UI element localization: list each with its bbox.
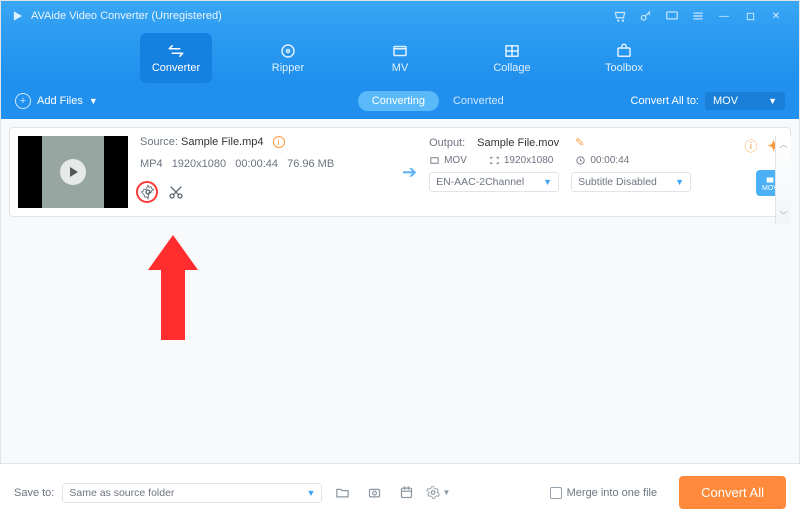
callout-arrow — [143, 235, 203, 350]
feedback-icon[interactable] — [659, 1, 685, 31]
source-label: Source: — [140, 136, 178, 148]
settings-button[interactable]: ▼ — [426, 481, 450, 505]
toolbar-row: + Add Files ▼ Converting Converted Conve… — [1, 83, 799, 119]
open-folder-button[interactable] — [330, 481, 354, 505]
output-column: Output: Sample File.mov ✎ MOV 1920x1080 … — [429, 136, 782, 208]
chevron-down-icon: ▼ — [543, 177, 552, 187]
convert-all-format-value: MOV — [713, 95, 738, 107]
subtitle-value: Subtitle Disabled — [578, 176, 657, 188]
key-icon[interactable] — [633, 1, 659, 31]
convert-all-button[interactable]: Convert All — [679, 476, 786, 509]
play-icon — [60, 159, 86, 185]
save-to-label: Save to: — [14, 487, 54, 499]
item-reorder-handle[interactable]: ︿ ﹀ — [775, 136, 791, 224]
maximize-button[interactable] — [737, 1, 763, 31]
source-filename: Sample File.mp4 — [181, 136, 264, 148]
close-button[interactable]: ✕ — [763, 1, 789, 31]
sub-tabs: Converting Converted — [358, 91, 518, 111]
add-files-button[interactable]: + Add Files ▼ — [15, 93, 98, 109]
audio-track-select[interactable]: EN-AAC-2Channel ▼ — [429, 172, 559, 192]
convert-all-format-select[interactable]: MOV ▼ — [705, 92, 785, 110]
chevron-down-icon: ▼ — [768, 96, 777, 106]
tab-collage[interactable]: Collage — [476, 33, 548, 83]
tab-label: Ripper — [272, 62, 304, 74]
edit-button[interactable] — [140, 184, 156, 200]
rename-icon[interactable]: ✎ — [575, 136, 584, 149]
title-bar: AVAide Video Converter (Unregistered) — … — [1, 1, 799, 31]
merge-checkbox[interactable]: Merge into one file — [550, 487, 658, 499]
plus-icon: + — [15, 93, 31, 109]
save-to-select[interactable]: Same as source folder ▼ — [62, 483, 322, 503]
menu-icon[interactable] — [685, 1, 711, 31]
tab-label: MV — [392, 62, 409, 74]
tab-converter[interactable]: Converter — [140, 33, 212, 83]
tab-label: Toolbox — [605, 62, 643, 74]
chevron-down-icon: ▼ — [442, 488, 450, 497]
app-logo-icon — [11, 9, 25, 23]
merge-label: Merge into one file — [567, 487, 658, 499]
tab-ripper[interactable]: Ripper — [252, 33, 324, 83]
output-label: Output: — [429, 137, 465, 149]
task-schedule-button[interactable] — [394, 481, 418, 505]
save-to-value: Same as source folder — [69, 487, 174, 499]
bottom-bar: Save to: Same as source folder ▼ ▼ Merge… — [0, 463, 800, 521]
cart-icon[interactable] — [607, 1, 633, 31]
main-tabs: Converter Ripper MV Collage Toolbox — [1, 31, 799, 83]
info-icon[interactable]: ⓘ — [744, 136, 757, 155]
output-format: MOV — [429, 155, 467, 166]
output-duration: 00:00:44 — [575, 155, 629, 166]
convert-all-to-group: Convert All to: MOV ▼ — [631, 92, 785, 110]
checkbox-box — [550, 487, 562, 499]
minimize-button[interactable]: — — [711, 1, 737, 31]
convert-all-to-label: Convert All to: — [631, 95, 699, 107]
output-resolution-value: 1920x1080 — [504, 155, 554, 166]
output-format-value: MOV — [444, 155, 467, 166]
chevron-down-icon: ▼ — [89, 96, 98, 106]
output-filename: Sample File.mov — [477, 137, 559, 149]
video-thumbnail[interactable] — [18, 136, 128, 208]
window-title: AVAide Video Converter (Unregistered) — [31, 10, 222, 22]
info-icon[interactable]: i — [273, 136, 285, 148]
tab-mv[interactable]: MV — [364, 33, 436, 83]
source-size: 76.96 MB — [287, 158, 334, 170]
file-item: Source: Sample File.mp4 i MP4 1920x1080 … — [9, 127, 791, 217]
source-tools — [140, 184, 390, 200]
snapshot-button[interactable] — [362, 481, 386, 505]
source-codec: MP4 — [140, 158, 163, 170]
tab-label: Converter — [152, 62, 200, 74]
output-resolution: 1920x1080 — [489, 155, 554, 166]
source-column: Source: Sample File.mp4 i MP4 1920x1080 … — [140, 136, 390, 208]
arrow-right-icon: ➔ — [402, 162, 417, 183]
source-meta: MP4 1920x1080 00:00:44 76.96 MB — [140, 158, 390, 170]
tab-label: Collage — [493, 62, 530, 74]
add-files-label: Add Files — [37, 95, 83, 107]
subtab-converted[interactable]: Converted — [439, 91, 518, 111]
chevron-down-icon: ﹀ — [780, 210, 788, 221]
cut-button[interactable] — [168, 184, 184, 200]
subtitle-select[interactable]: Subtitle Disabled ▼ — [571, 172, 691, 192]
output-duration-value: 00:00:44 — [590, 155, 629, 166]
source-resolution: 1920x1080 — [172, 158, 226, 170]
chevron-down-icon: ▼ — [675, 177, 684, 187]
file-list: Source: Sample File.mp4 i MP4 1920x1080 … — [1, 119, 799, 464]
subtab-converting[interactable]: Converting — [358, 91, 439, 111]
chevron-down-icon: ▼ — [306, 488, 315, 498]
source-duration: 00:00:44 — [235, 158, 278, 170]
tab-toolbox[interactable]: Toolbox — [588, 33, 660, 83]
chevron-up-icon: ︿ — [780, 139, 788, 150]
audio-track-value: EN-AAC-2Channel — [436, 176, 524, 188]
